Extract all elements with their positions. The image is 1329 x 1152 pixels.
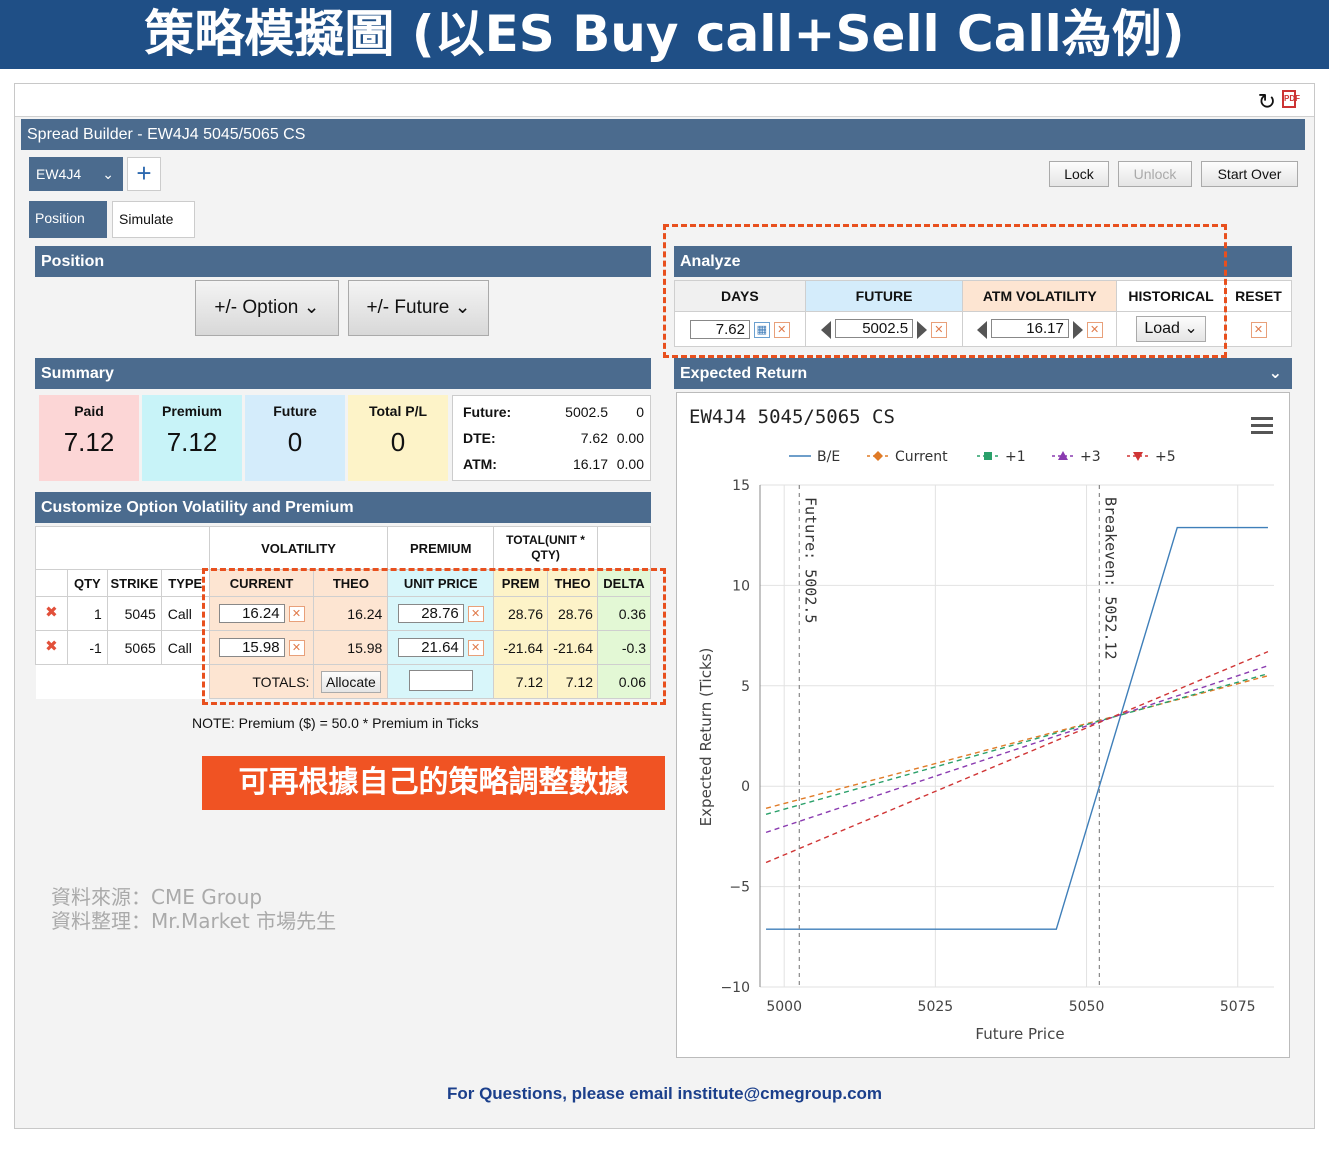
customize-header: Customize Option Volatility and Premium bbox=[35, 492, 651, 523]
compiled-by-line: 資料整理：Mr.Market 市場先生 bbox=[51, 909, 337, 933]
pdf-icon[interactable]: PDF bbox=[1282, 90, 1300, 108]
series-line bbox=[765, 665, 1269, 834]
y-axis-label: Expected Return (Ticks) bbox=[697, 648, 715, 827]
legend-label: +5 bbox=[1155, 449, 1176, 465]
menu-icon[interactable] bbox=[1251, 417, 1273, 434]
summary-info: Future: 5002.5 0 DTE: 7.62 0.00 ATM: 16.17 0.0… bbox=[452, 395, 651, 481]
annotation-label: Future: 5002.5 bbox=[801, 497, 819, 623]
legend-label: +3 bbox=[1080, 449, 1101, 465]
series-line bbox=[765, 675, 1269, 809]
premium-note: NOTE: Premium ($) = 50.0 * Premium in Ti… bbox=[192, 715, 479, 731]
legend-label: Current bbox=[895, 449, 948, 465]
x-axis-label: Future Price bbox=[975, 1025, 1064, 1043]
y-tick-label: 0 bbox=[741, 779, 750, 795]
series-line bbox=[765, 673, 1269, 815]
delete-row-icon[interactable]: ✖ bbox=[43, 639, 60, 657]
total-pl-card: Total P/L 0 bbox=[348, 395, 448, 481]
legend-label: +1 bbox=[1005, 449, 1026, 465]
legend-marker bbox=[984, 452, 992, 460]
tab-simulate[interactable]: Simulate bbox=[112, 201, 195, 238]
y-tick-label: 15 bbox=[732, 478, 750, 494]
reset-all-icon[interactable]: ✕ bbox=[1250, 321, 1267, 338]
chevron-down-icon: ⌄ bbox=[102, 166, 114, 182]
expected-return-header: Expected Return ⌄ bbox=[674, 358, 1292, 389]
expected-return-chart: EW4J4 5045/5065 CS B/E Current +1 +3 +5 15 10… bbox=[676, 392, 1290, 1058]
y-tick-label: −10 bbox=[720, 980, 750, 996]
highlight-box-table bbox=[202, 568, 666, 705]
chart-title: EW4J4 5045/5065 CS bbox=[689, 406, 895, 428]
x-tick-label: 5025 bbox=[918, 999, 954, 1015]
add-tab-button[interactable]: + bbox=[127, 157, 161, 191]
y-tick-label: −5 bbox=[729, 880, 750, 896]
unlock-button[interactable]: Unlock bbox=[1118, 161, 1192, 187]
legend-marker bbox=[873, 451, 883, 461]
footer-contact: For Questions, please email institute@cm… bbox=[446, 1084, 883, 1103]
highlight-box-analyze bbox=[663, 224, 1227, 358]
x-tick-label: 5050 bbox=[1069, 999, 1105, 1015]
annotation-label: Breakeven: 5052.12 bbox=[1101, 497, 1119, 660]
delete-row-icon[interactable]: ✖ bbox=[43, 605, 60, 623]
summary-header: Summary bbox=[35, 358, 651, 389]
window-title: Spread Builder - EW4J4 5045/5065 CS bbox=[21, 119, 1305, 150]
chevron-down-icon[interactable]: ⌄ bbox=[1269, 358, 1282, 389]
legend-label: B/E bbox=[817, 449, 840, 465]
top-toolbar: ↻ PDF bbox=[15, 84, 1314, 117]
x-tick-label: 5000 bbox=[766, 999, 802, 1015]
refresh-icon[interactable]: ↻ bbox=[1258, 89, 1276, 115]
series-line bbox=[765, 651, 1269, 864]
option-dropdown-button[interactable]: +/- Option ⌄ bbox=[195, 280, 339, 336]
banner-title: 策略模擬圖 (以ES Buy call+Sell Call為例) bbox=[0, 0, 1329, 69]
instrument-tab-label: EW4J4 bbox=[36, 166, 82, 182]
tab-position[interactable]: Position bbox=[29, 201, 107, 238]
position-header: Position bbox=[35, 246, 651, 277]
chart-legend: B/E Current +1 +3 +5 bbox=[789, 449, 1176, 465]
lock-button[interactable]: Lock bbox=[1049, 161, 1109, 187]
premium-card: Premium 7.12 bbox=[142, 395, 242, 481]
y-tick-label: 10 bbox=[732, 578, 750, 594]
future-card: Future 0 bbox=[245, 395, 345, 481]
app-frame: ↻ PDF Spread Builder - EW4J4 5045/5065 C… bbox=[14, 83, 1315, 1129]
x-tick-label: 5075 bbox=[1220, 999, 1256, 1015]
start-over-button[interactable]: Start Over bbox=[1201, 161, 1298, 187]
paid-card: Paid 7.12 bbox=[39, 395, 139, 481]
chart-svg: EW4J4 5045/5065 CS B/E Current +1 +3 +5 15 10… bbox=[689, 406, 1274, 1043]
series-line bbox=[766, 526, 1268, 930]
y-tick-label: 5 bbox=[741, 679, 750, 695]
callout-label: 可再根據自己的策略調整數據 bbox=[202, 756, 665, 810]
instrument-tab[interactable]: EW4J4 ⌄ bbox=[29, 157, 123, 191]
future-dropdown-button[interactable]: +/- Future ⌄ bbox=[348, 280, 489, 336]
